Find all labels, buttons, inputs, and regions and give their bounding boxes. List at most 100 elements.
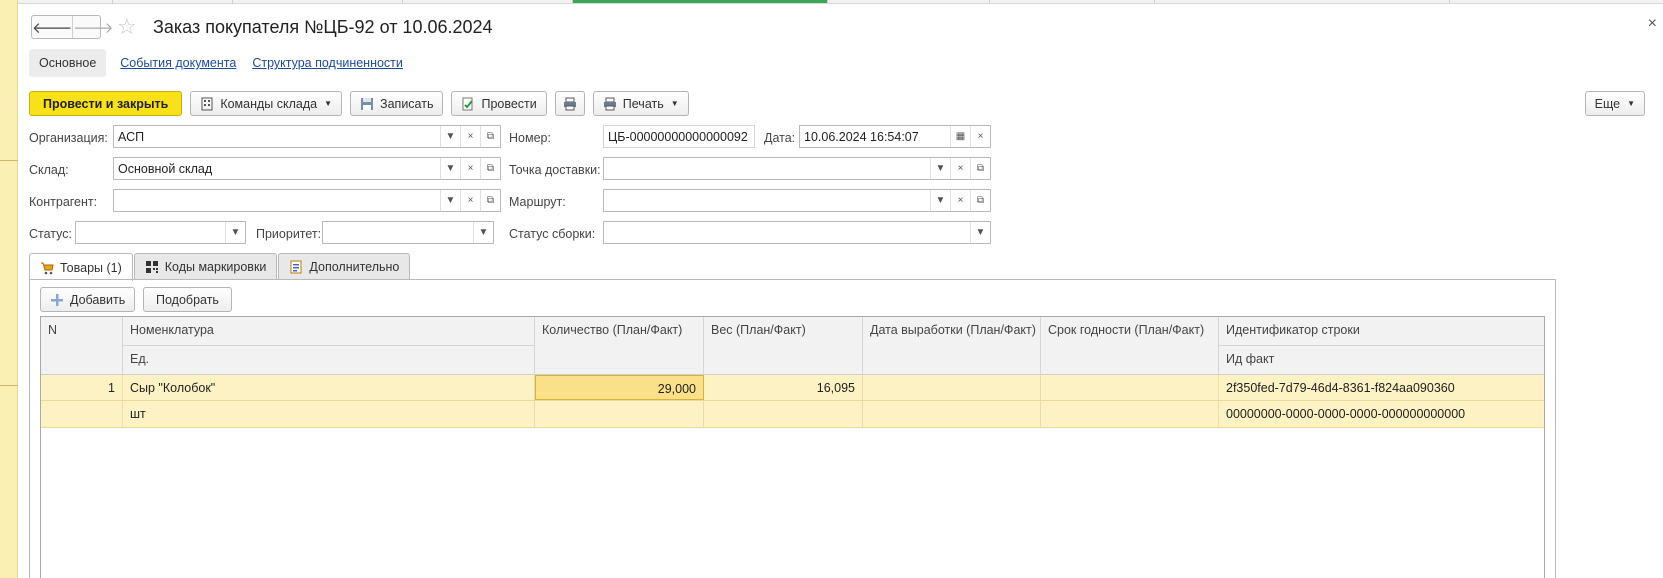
dropdown-icon[interactable]: ▼ xyxy=(440,126,460,147)
cell-weight[interactable]: 16,095 xyxy=(704,375,863,400)
section-events-link[interactable]: События документа xyxy=(118,49,238,77)
cell-empty xyxy=(704,401,863,427)
cell-empty xyxy=(535,401,704,427)
section-structure-link[interactable]: Структура подчиненности xyxy=(250,49,405,77)
warehouse-field[interactable]: Основной склад ▼ × ⧉ xyxy=(113,157,501,180)
date-field[interactable]: 10.06.2024 16:54:07 ▦ × xyxy=(799,125,991,148)
route-field[interactable]: ▼ × ⧉ xyxy=(603,189,991,212)
col-header-n[interactable]: N xyxy=(41,317,123,375)
warehouse-commands-label: Команды склада xyxy=(220,96,318,111)
window-tab[interactable] xyxy=(403,0,573,4)
organization-field[interactable]: АСП ▼ × ⧉ xyxy=(113,125,501,148)
clear-icon[interactable]: × xyxy=(950,158,970,179)
open-icon[interactable]: ⧉ xyxy=(480,190,500,211)
counterparty-field[interactable]: ▼ × ⧉ xyxy=(113,189,501,212)
window-tab[interactable] xyxy=(233,0,403,4)
forward-icon[interactable]: 🡒 xyxy=(72,16,113,38)
dropdown-icon[interactable]: ▼ xyxy=(440,158,460,179)
open-icon[interactable]: ⧉ xyxy=(480,158,500,179)
print-button[interactable]: Печать ▼ xyxy=(592,91,689,116)
assembly-status-field[interactable]: ▼ xyxy=(603,221,991,244)
tab-additional[interactable]: Дополнительно xyxy=(278,253,411,280)
window-tab[interactable] xyxy=(1155,0,1450,4)
clear-icon[interactable]: × xyxy=(460,126,480,147)
window-tab[interactable] xyxy=(990,0,1155,4)
tab-goods[interactable]: Товары (1) xyxy=(29,253,133,281)
window-tab[interactable] xyxy=(830,0,990,4)
quick-print-button[interactable] xyxy=(554,91,585,116)
col-header-nomenclature[interactable]: Номенклатура xyxy=(123,317,535,346)
col-header-production-date[interactable]: Дата выработки (План/Факт) xyxy=(863,317,1041,375)
assembly-status-label: Статус сборки: xyxy=(509,227,596,241)
save-icon xyxy=(361,97,374,110)
nav-buttons: 🡐 🡒 xyxy=(31,15,113,39)
cell-fact-id[interactable]: 00000000-0000-0000-0000-000000000000 xyxy=(1219,401,1544,427)
col-header-expiry[interactable]: Срок годности (План/Факт) xyxy=(1041,317,1219,375)
clear-icon[interactable]: × xyxy=(460,190,480,211)
status-label: Статус: xyxy=(29,227,72,241)
delivery-point-field[interactable]: ▼ × ⧉ xyxy=(603,157,991,180)
goods-table[interactable]: N Номенклатура Ед. Количество (План/Факт… xyxy=(40,316,1545,578)
cell-empty xyxy=(41,401,123,427)
dropdown-icon[interactable]: ▼ xyxy=(473,222,493,243)
left-panel-strip xyxy=(0,0,18,578)
window-tab-active[interactable] xyxy=(573,0,828,3)
post-button[interactable]: Провести xyxy=(451,91,547,116)
save-button[interactable]: Записать xyxy=(350,91,444,116)
chevron-down-icon: ▼ xyxy=(670,99,679,108)
table-row-sub[interactable]: шт 00000000-0000-0000-0000-000000000000 xyxy=(41,401,1544,428)
col-header-fact-id[interactable]: Ид факт xyxy=(1219,346,1544,375)
number-field[interactable]: ЦБ-00000000000000092 xyxy=(603,125,755,148)
priority-field[interactable]: ▼ xyxy=(322,221,494,244)
delivery-point-value xyxy=(604,158,930,179)
col-header-weight[interactable]: Вес (План/Факт) xyxy=(704,317,863,375)
number-value: ЦБ-00000000000000092 xyxy=(608,130,748,144)
window-tab[interactable] xyxy=(113,0,233,4)
warehouse-commands-button[interactable]: Команды склада ▼ xyxy=(190,91,343,116)
cell-nomenclature[interactable]: Сыр "Колобок" xyxy=(123,375,535,400)
post-and-close-button[interactable]: Провести и закрыть xyxy=(29,91,183,116)
open-icon[interactable]: ⧉ xyxy=(970,190,990,211)
strip-divider xyxy=(0,385,18,386)
chevron-down-icon: ▼ xyxy=(324,99,333,108)
window-tab[interactable] xyxy=(18,0,113,4)
col-header-row-id[interactable]: Идентификатор строки xyxy=(1219,317,1544,346)
priority-value xyxy=(323,222,473,243)
cell-row-id[interactable]: 2f350fed-7d79-46d4-8361-f824aa090360 xyxy=(1219,375,1544,400)
cell-empty xyxy=(863,401,1041,427)
table-header: N Номенклатура Ед. Количество (План/Факт… xyxy=(41,317,1544,375)
section-main[interactable]: Основное xyxy=(29,49,107,77)
dropdown-icon[interactable]: ▼ xyxy=(930,158,950,179)
cell-unit[interactable]: шт xyxy=(123,401,535,427)
more-button[interactable]: Еще ▼ xyxy=(1584,91,1645,116)
section-nav: Основное События документа Структура под… xyxy=(29,48,405,78)
clear-icon[interactable]: × xyxy=(950,190,970,211)
tab-marking-codes[interactable]: Коды маркировки xyxy=(133,253,278,280)
cell-empty xyxy=(1041,401,1219,427)
favorite-star-icon[interactable]: ☆ xyxy=(117,14,137,40)
cell-expiry[interactable] xyxy=(1041,375,1219,400)
dropdown-icon[interactable]: ▼ xyxy=(440,190,460,211)
print-label: Печать xyxy=(622,96,664,111)
status-value xyxy=(76,222,225,243)
open-icon[interactable]: ⧉ xyxy=(970,158,990,179)
open-icon[interactable]: ⧉ xyxy=(480,126,500,147)
cell-production-date[interactable] xyxy=(863,375,1041,400)
status-field[interactable]: ▼ xyxy=(75,221,246,244)
back-icon[interactable]: 🡐 xyxy=(32,16,72,38)
route-label: Маршрут: xyxy=(509,195,566,209)
add-row-button[interactable]: Добавить xyxy=(40,287,136,312)
cell-quantity[interactable]: 29,000 xyxy=(535,375,704,400)
dropdown-icon[interactable]: ▼ xyxy=(930,190,950,211)
dropdown-icon[interactable]: ▼ xyxy=(225,222,245,243)
col-header-quantity[interactable]: Количество (План/Факт) xyxy=(535,317,704,375)
col-header-unit[interactable]: Ед. xyxy=(123,346,535,375)
pick-button[interactable]: Подобрать xyxy=(143,287,232,312)
close-icon[interactable]: × xyxy=(1648,15,1657,33)
clear-icon[interactable]: × xyxy=(970,126,990,147)
table-row[interactable]: 1 Сыр "Колобок" 29,000 16,095 2f350fed-7… xyxy=(41,375,1544,401)
clear-icon[interactable]: × xyxy=(460,158,480,179)
strip-divider xyxy=(0,160,18,161)
dropdown-icon[interactable]: ▼ xyxy=(970,222,990,243)
calendar-icon[interactable]: ▦ xyxy=(950,126,970,147)
